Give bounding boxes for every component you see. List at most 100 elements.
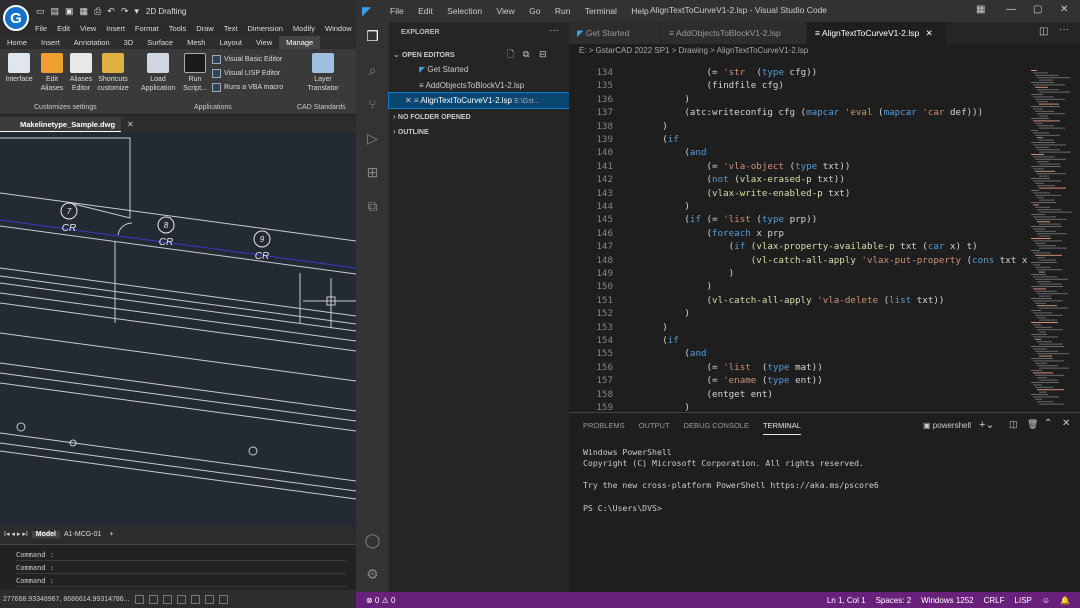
- code-line[interactable]: (= 'vla-object (type txt)): [618, 161, 851, 172]
- drawing-svg[interactable]: 7 8 9 CR CR CR: [0, 133, 356, 526]
- code-line[interactable]: ): [618, 94, 690, 105]
- code-line[interactable]: (vl-catch-all-apply 'vla-delete (list tx…: [618, 295, 945, 306]
- code-line[interactable]: ): [618, 268, 735, 279]
- new-terminal-icon[interactable]: +⌄: [979, 418, 995, 431]
- vs-menu-help[interactable]: Help: [631, 6, 648, 16]
- run-vba-macro-button[interactable]: Runs a VBA macro: [212, 83, 283, 92]
- interface-button[interactable]: Interface: [2, 53, 36, 84]
- notifications-bell-icon[interactable]: 🔔: [1060, 596, 1070, 605]
- save-icon[interactable]: ▣: [65, 6, 74, 17]
- lineweight-toggle-icon[interactable]: [204, 594, 214, 604]
- save-all-icon[interactable]: ⧉: [523, 47, 529, 62]
- code-editor[interactable]: 134 (= 'str (type cfg)) 135 (findfile cfg…: [569, 66, 1029, 412]
- code-line[interactable]: (atc:writeconfig cfg (mapcar 'eval (mapc…: [618, 107, 983, 118]
- cad-menu-window[interactable]: Window: [320, 24, 356, 33]
- print-icon[interactable]: ⎙: [94, 6, 101, 17]
- cad-menu-text[interactable]: Text: [219, 24, 243, 33]
- layout-tab-a1[interactable]: A1-MCG-01: [60, 531, 105, 538]
- drawing-canvas[interactable]: 7 8 9 CR CR CR: [0, 133, 356, 526]
- minimize-icon[interactable]: —: [1006, 4, 1016, 15]
- load-application-button[interactable]: Load Application: [141, 53, 175, 93]
- split-terminal-icon[interactable]: ◫: [1009, 419, 1018, 430]
- remote-explorer-icon[interactable]: ⧉: [364, 198, 381, 215]
- terminal-selector[interactable]: ▣ powershell: [923, 421, 971, 430]
- accounts-icon[interactable]: ◯: [364, 532, 381, 549]
- command-input[interactable]: Command :: [16, 575, 346, 587]
- breadcrumb[interactable]: E: > GstarCAD 2022 SP1 > Drawing > Align…: [569, 44, 1080, 58]
- save-as-icon[interactable]: ▦: [80, 6, 89, 17]
- workspace-selector[interactable]: 2D Drafting: [146, 7, 186, 16]
- code-line[interactable]: ): [618, 322, 668, 333]
- cad-menu-dimension[interactable]: Dimension: [242, 24, 287, 33]
- code-line[interactable]: (if (vlax-property-available-p txt (car …: [618, 241, 978, 252]
- aliases-editor-button[interactable]: Aliases Editor: [64, 53, 98, 93]
- panel-tab-debug-console[interactable]: DEBUG CONSOLE: [684, 419, 749, 435]
- code-line[interactable]: (vl-catch-all-apply 'vlax-put-property (…: [618, 255, 1029, 266]
- vs-menu-view[interactable]: View: [496, 6, 514, 16]
- code-line[interactable]: (= 'list (type mat)): [618, 362, 823, 373]
- ortho-toggle-icon[interactable]: [162, 594, 172, 604]
- code-line[interactable]: (if (= 'list (type prp)): [618, 214, 817, 225]
- close-tab-icon[interactable]: ✕: [926, 28, 933, 38]
- osnap-toggle-icon[interactable]: [190, 594, 200, 604]
- vs-menu-selection[interactable]: Selection: [447, 6, 482, 16]
- cad-menu-insert[interactable]: Insert: [101, 24, 130, 33]
- ribbon-tab-insert[interactable]: Insert: [34, 36, 67, 49]
- terminal-prompt[interactable]: PS C:\Users\DVS>: [583, 503, 662, 513]
- doc-tab-makelinetype[interactable]: Makelinetype_Sample.dwg: [0, 117, 122, 132]
- maximize-panel-icon[interactable]: ⌃: [1044, 418, 1052, 429]
- source-control-icon[interactable]: ⑂: [364, 96, 381, 113]
- cad-menu-format[interactable]: Format: [130, 24, 164, 33]
- vs-menu-go[interactable]: Go: [529, 6, 540, 16]
- explorer-icon[interactable]: ❐: [364, 28, 381, 45]
- panel-tab-output[interactable]: OUTPUT: [639, 419, 670, 435]
- close-icon[interactable]: ✕: [1060, 4, 1068, 15]
- code-line[interactable]: (and: [618, 348, 706, 359]
- redo-icon[interactable]: ↷: [121, 6, 129, 17]
- close-doc-icon[interactable]: ✕: [127, 120, 134, 129]
- line-ending[interactable]: CRLF: [984, 596, 1005, 605]
- code-line[interactable]: (= 'ename (type ent)): [618, 375, 823, 386]
- code-line[interactable]: (not (vlax-erased-p txt)): [618, 174, 845, 185]
- grid-toggle-icon[interactable]: [148, 594, 158, 604]
- dropdown-icon[interactable]: ▾: [134, 6, 139, 17]
- cad-menu-modify[interactable]: Modify: [288, 24, 320, 33]
- feedback-icon[interactable]: ☺: [1042, 596, 1050, 605]
- polar-toggle-icon[interactable]: [176, 594, 186, 604]
- ribbon-tab-annotation[interactable]: Annotation: [67, 36, 117, 49]
- group-applications[interactable]: Applications: [194, 104, 232, 111]
- tab-get-started[interactable]: ◤ Get Started: [569, 22, 661, 44]
- ribbon-tab-home[interactable]: Home: [0, 36, 34, 49]
- panel-tab-problems[interactable]: PROBLEMS: [583, 419, 625, 435]
- settings-icon[interactable]: [218, 594, 228, 604]
- minimap[interactable]: [1029, 66, 1074, 412]
- code-line[interactable]: (vlax-write-enabled-p txt): [618, 188, 851, 199]
- language-mode[interactable]: LISP: [1015, 596, 1032, 605]
- cad-menu-view[interactable]: View: [75, 24, 101, 33]
- close-panel-icon[interactable]: ✕: [1062, 418, 1070, 429]
- close-editor-icon[interactable]: ✕: [405, 96, 412, 105]
- visual-lisp-editor-button[interactable]: Visual LISP Editor: [212, 69, 280, 78]
- open-editors-section[interactable]: ⌄ OPEN EDITORS 🗋 ⧉ ⊟: [389, 47, 569, 62]
- code-line[interactable]: ): [618, 281, 713, 292]
- layer-translator-button[interactable]: Layer Translator: [306, 53, 340, 93]
- open-folder-icon[interactable]: ▤: [51, 6, 60, 17]
- code-line[interactable]: ): [618, 402, 690, 412]
- code-line[interactable]: ): [618, 121, 668, 132]
- undo-icon[interactable]: ↶: [107, 6, 115, 17]
- command-window[interactable]: Command : Command : Command :: [0, 544, 356, 590]
- panel-tab-terminal[interactable]: TERMINAL: [762, 419, 801, 435]
- manage-gear-icon[interactable]: ⚙: [364, 566, 381, 583]
- problems-indicator[interactable]: ⊗ 0 ⚠ 0: [366, 596, 395, 605]
- layout-nav-icon[interactable]: I◂ ◂ ▸ ▸I: [0, 530, 32, 538]
- open-editor-item[interactable]: ≡ AddObjectsToBlockV1-2.lsp: [389, 78, 569, 93]
- run-script-button[interactable]: Run Script...: [178, 53, 212, 93]
- indentation[interactable]: Spaces: 2: [876, 596, 912, 605]
- code-line[interactable]: (entget ent): [618, 389, 773, 400]
- tab-addobjects[interactable]: ≡ AddObjectsToBlockV1-2.lsp: [661, 22, 807, 44]
- search-icon[interactable]: ⌕: [364, 62, 381, 79]
- visual-basic-editor-button[interactable]: Visual Basic Editor: [212, 55, 282, 64]
- cad-menu-tools[interactable]: Tools: [164, 24, 192, 33]
- snap-toggle-icon[interactable]: [134, 594, 144, 604]
- close-all-icon[interactable]: ⊟: [539, 47, 547, 62]
